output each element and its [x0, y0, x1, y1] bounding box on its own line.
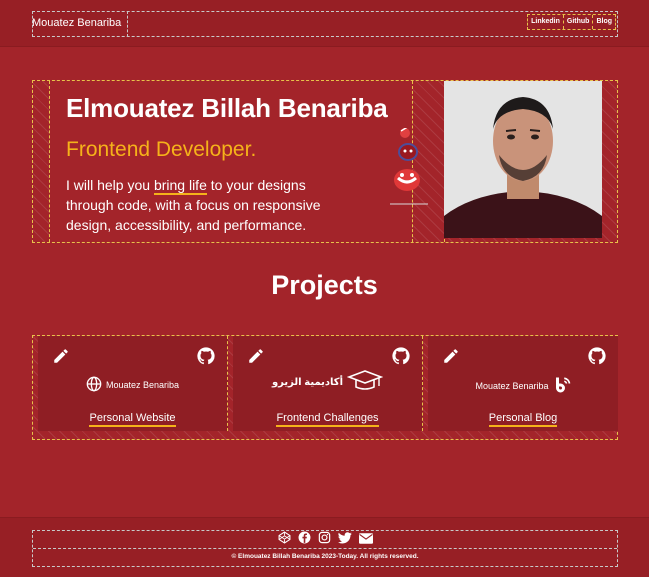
profile-photo [444, 81, 602, 238]
copyright-text: © Elmouatez Billah Benariba 2023-Today. … [231, 553, 419, 560]
project-logo: أكاديمية الزيرو [233, 370, 422, 394]
project-card[interactable]: أكاديمية الزيرو Frontend Challenges [233, 336, 423, 431]
blog-icon [553, 376, 571, 396]
project-link[interactable]: Frontend Challenges [276, 412, 379, 427]
projects-heading: Projects [271, 270, 378, 300]
site-brand[interactable]: Mouatez Benariba [32, 11, 128, 37]
project-logo: Mouatez Benariba [428, 376, 618, 396]
project-card[interactable]: Mouatez Benariba Personal Website [38, 336, 228, 431]
social-links [33, 530, 617, 549]
nav-link-github[interactable]: Github [564, 15, 594, 29]
hero-desc-highlight: bring life [153, 177, 207, 195]
hero-description: I will help you bring life to your desig… [66, 175, 356, 235]
project-link[interactable]: Personal Blog [488, 412, 558, 427]
main-nav: Linkedin Github Blog [527, 14, 616, 30]
github-icon[interactable] [197, 347, 215, 370]
project-card[interactable]: Mouatez Benariba Personal Blog [428, 336, 618, 431]
facebook-icon[interactable] [298, 531, 311, 549]
project-link[interactable]: Personal Website [89, 412, 176, 427]
project-logo-text: أكاديمية الزيرو [271, 376, 344, 388]
hero-text-block: Elmouatez Billah Benariba Frontend Devel… [49, 81, 413, 242]
project-logo: Mouatez Benariba [38, 376, 227, 394]
project-logo-text: Mouatez Benariba [105, 380, 180, 390]
instagram-icon[interactable] [318, 531, 331, 549]
projects-grid: Mouatez Benariba Personal Website أكاديم… [32, 335, 618, 440]
pencil-icon[interactable] [442, 347, 460, 370]
twitter-icon[interactable] [337, 531, 352, 549]
hero-desc-pre: I will help you [66, 177, 154, 193]
decorative-mascot-icon [388, 125, 430, 213]
nav-link-linkedin[interactable]: Linkedin [528, 15, 564, 29]
github-icon[interactable] [392, 347, 410, 370]
pencil-icon[interactable] [52, 347, 70, 370]
github-icon[interactable] [588, 347, 606, 370]
footer-frame: © Elmouatez Billah Benariba 2023-Today. … [32, 530, 618, 567]
graduation-cap-icon [346, 370, 384, 394]
hero-name: Elmouatez Billah Benariba [66, 93, 388, 123]
globe-icon [86, 376, 102, 394]
project-logo-text: Mouatez Benariba [475, 381, 549, 391]
site-footer: © Elmouatez Billah Benariba 2023-Today. … [0, 517, 649, 577]
codepen-icon[interactable] [278, 530, 291, 549]
mail-icon[interactable] [358, 531, 373, 549]
nav-link-blog[interactable]: Blog [593, 15, 615, 29]
hero-role: Frontend Developer. [66, 138, 257, 161]
pencil-icon[interactable] [247, 347, 265, 370]
